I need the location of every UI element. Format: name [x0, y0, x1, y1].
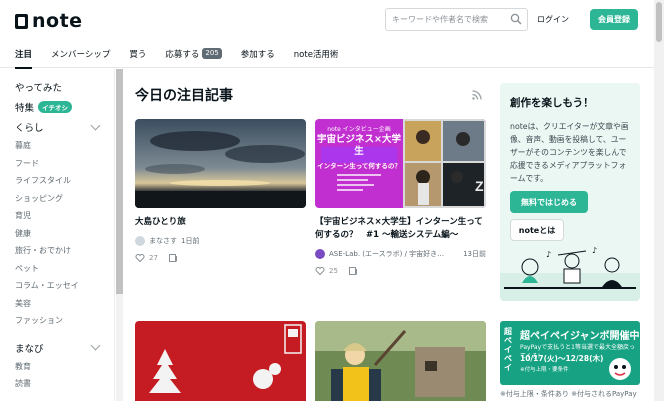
magazine-add-icon[interactable] [168, 253, 178, 263]
sidebar-item-try[interactable]: やってみた [0, 77, 114, 97]
sidebar-section-manabi[interactable]: まなび [0, 338, 114, 358]
tab-buy[interactable]: 買う [129, 40, 146, 68]
pickup-badge: イチオシ [38, 101, 73, 113]
magazine-add-icon[interactable] [348, 266, 358, 276]
tab-label: メンバーシップ [51, 49, 111, 60]
start-free-button[interactable]: 無料ではじめる [510, 191, 588, 213]
sidebar-item[interactable]: コラム・エッセイ [0, 277, 114, 295]
sidebar-section-kurashi[interactable]: くらし [0, 117, 114, 137]
article-thumbnail[interactable] [135, 321, 306, 401]
paypay-date: 10/17(火)〜12/28(木) [520, 354, 604, 363]
article-author[interactable]: ASE-Lab. (エースラボ) / 宇宙好き… 13日前 [315, 248, 486, 259]
header: note ログイン 会員登録 [0, 0, 654, 40]
tab-bar: 注目 メンバーシップ 買う 応募する 205 参加する note活用術 [0, 40, 654, 69]
sidebar-section-label: くらし [15, 123, 44, 134]
paypay-title: 超ペイペイジャンボ開催中 [520, 331, 640, 342]
article-stats: 25 [315, 266, 486, 276]
sidebar-item[interactable]: ファッション [0, 312, 114, 330]
image-heading: 宇宙ビジネス×大学生 [317, 134, 401, 157]
sidebar-item[interactable]: 育児 [0, 207, 114, 225]
sidebar-item-feature[interactable]: 特集 イチオシ [0, 97, 114, 117]
sidebar-item[interactable]: ショッピング [0, 190, 114, 208]
svg-text:♪: ♪ [546, 250, 551, 259]
image-subheading: インターン生って何するの？ [317, 162, 401, 170]
search-box[interactable] [385, 8, 528, 31]
tab-label: 参加する [240, 49, 275, 60]
chevron-down-icon [90, 340, 101, 351]
author-name: ASE-Lab. (エースラボ) / 宇宙好き… [329, 249, 445, 258]
tab-label: note活用術 [293, 49, 339, 60]
like-count: 25 [329, 267, 338, 275]
tab-label: 注目 [15, 49, 33, 60]
avatar [315, 248, 325, 259]
avatar [135, 235, 145, 246]
chevron-down-icon [90, 120, 101, 130]
section-title: 今日の注目記事 [135, 88, 233, 104]
search-input[interactable] [392, 15, 507, 24]
about-note-button[interactable]: noteとは [510, 219, 564, 241]
promo-description: noteは、クリエイターが文章や画像、音声、動画を投稿して、ユーザーがそのコンテ… [510, 122, 629, 183]
tab-label: 買う [129, 49, 147, 60]
paypay-banner[interactable]: 超ペイペイ 超ペイペイジャンボ開催中 PayPayで支払うと1等当選で最大全額戻… [500, 321, 640, 385]
heart-icon[interactable] [315, 266, 325, 276]
sidebar-item[interactable]: 教育 [0, 358, 114, 376]
note-logo[interactable]: note [15, 10, 83, 32]
tab-apply[interactable]: 応募する 205 [165, 40, 222, 68]
logo-text: note [32, 10, 83, 32]
article-card[interactable]: Z note インタビュー企画 宇宙ビジネス×大学生 インターン生って何するの？… [315, 119, 486, 276]
image-decoration [337, 173, 381, 194]
sidebar-item[interactable]: ライフスタイル [0, 172, 114, 190]
count-badge: 205 [202, 48, 222, 59]
svg-text:Z: Z [475, 178, 484, 194]
sidebar-item[interactable]: ペット [0, 260, 114, 278]
tab-join[interactable]: 参加する [241, 40, 275, 68]
image-caption: note インタビュー企画 [327, 126, 391, 133]
search-icon[interactable] [510, 13, 522, 25]
sidebar-label: やってみた [15, 83, 63, 94]
paypay-vertical-label: 超ペイペイ [504, 327, 512, 372]
sidebar-item[interactable]: 旅行・おでかけ [0, 242, 114, 260]
page-scrollbar[interactable] [654, 0, 664, 401]
post-time: 13日前 [463, 249, 486, 258]
tab-featured[interactable]: 注目 [15, 40, 33, 69]
tab-membership[interactable]: メンバーシップ [51, 40, 110, 68]
sidebar-item[interactable]: 美容 [0, 295, 114, 313]
like-count: 27 [149, 254, 158, 262]
tab-label: 応募する [165, 49, 200, 60]
article-thumbnail[interactable]: Z note インタビュー企画 宇宙ビジネス×大学生 インターン生って何するの？ [315, 119, 486, 208]
main-feed: 今日の注目記事 大島ひとり旅 まなさす 1日前 27 Z note インタビュー… [124, 69, 494, 401]
sidebar-item[interactable]: 読書 [0, 375, 114, 393]
article-stats: 27 [135, 253, 306, 263]
sidebar-scroll-thumb[interactable] [116, 69, 123, 294]
article-thumbnail[interactable] [315, 321, 486, 401]
sidebar-item[interactable]: フード [0, 155, 114, 173]
paypay-note: ※付与上限・要条件 [520, 367, 569, 373]
article-card[interactable]: 大島ひとり旅 まなさす 1日前 27 [135, 119, 306, 263]
sidebar-section-label: まなび [15, 343, 44, 355]
sidebar-item[interactable]: 健康 [0, 225, 114, 243]
signup-promo-card: 創作を楽しもう！ noteは、クリエイターが文章や画像、音声、動画を投稿して、ユ… [500, 83, 640, 301]
article-title[interactable]: 大島ひとり旅 [135, 216, 306, 229]
promo-illustration: ♪ ♪ [500, 246, 640, 301]
sidebar: やってみた 特集 イチオシ くらし 暮庭 フード ライフスタイル ショッピング … [0, 69, 115, 401]
promo-title: 創作を楽しもう！ [510, 97, 594, 109]
article-title[interactable]: 【宇宙ビジネス×大学生】インターン生って何するの？ #1 〜輸送システム編〜 [315, 216, 486, 242]
login-link[interactable]: ログイン [537, 14, 569, 25]
post-time: 1日前 [181, 236, 200, 245]
sidebar-item[interactable]: 暮庭 [0, 137, 114, 155]
note-logo-icon [15, 13, 28, 29]
heart-icon[interactable] [135, 253, 145, 263]
paypay-footnote: ※付与上限・条件あり ※付与されるPayPay [500, 390, 637, 398]
svg-text:♪: ♪ [592, 246, 597, 255]
article-thumbnail[interactable] [135, 119, 306, 208]
signup-button[interactable]: 会員登録 [590, 9, 638, 30]
sidebar-label: 特集 [15, 103, 35, 114]
tab-note-tips[interactable]: note活用術 [294, 40, 339, 68]
paypay-mascot-icon [609, 358, 631, 380]
article-author[interactable]: まなさす 1日前 [135, 235, 306, 246]
author-name: まなさす [149, 236, 177, 245]
rss-icon[interactable] [472, 90, 482, 100]
page-scroll-thumb[interactable] [656, 2, 662, 42]
